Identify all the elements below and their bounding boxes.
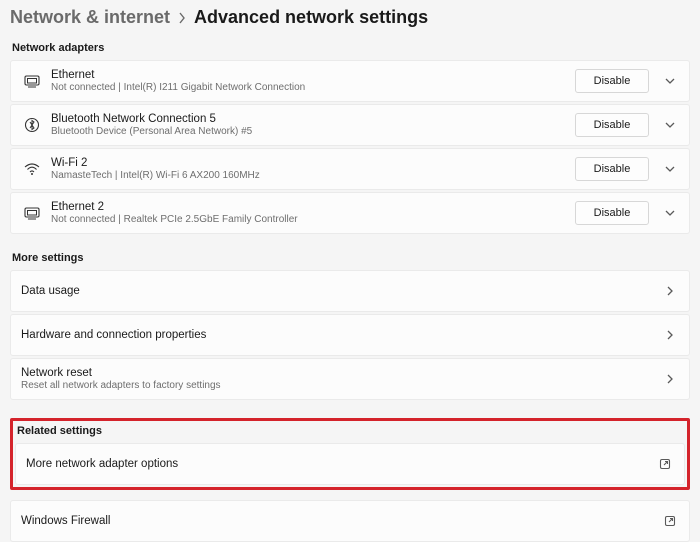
chevron-right-icon [661, 329, 679, 341]
adapter-row-bluetooth[interactable]: Bluetooth Network Connection 5 Bluetooth… [10, 104, 690, 146]
breadcrumb: Network & internet Advanced network sett… [10, 7, 690, 28]
nav-data-usage[interactable]: Data usage [10, 270, 690, 312]
ethernet-icon [21, 74, 43, 88]
nav-title: Hardware and connection properties [21, 329, 661, 341]
adapter-subtitle: NamasteTech | Intel(R) Wi-Fi 6 AX200 160… [51, 170, 575, 181]
nav-more-adapter-options[interactable]: More network adapter options [15, 443, 685, 485]
nav-hardware-properties[interactable]: Hardware and connection properties [10, 314, 690, 356]
section-more-settings-label: More settings [10, 252, 690, 264]
chevron-down-icon[interactable] [661, 209, 679, 217]
adapter-title: Ethernet 2 [51, 201, 575, 213]
nav-title: Network reset [21, 367, 661, 379]
chevron-down-icon[interactable] [661, 77, 679, 85]
nav-windows-firewall[interactable]: Windows Firewall [10, 500, 690, 542]
nav-title: Windows Firewall [21, 515, 661, 527]
chevron-right-icon [661, 285, 679, 297]
section-related-settings-label: Related settings [13, 421, 687, 437]
adapter-subtitle: Bluetooth Device (Personal Area Network)… [51, 126, 575, 137]
more-settings-list: Data usage Hardware and connection prope… [10, 270, 690, 400]
chevron-down-icon[interactable] [661, 121, 679, 129]
external-link-icon [661, 515, 679, 527]
nav-title: Data usage [21, 285, 661, 297]
adapter-title: Ethernet [51, 69, 575, 81]
nav-network-reset[interactable]: Network reset Reset all network adapters… [10, 358, 690, 400]
nav-title: More network adapter options [26, 458, 656, 470]
adapter-title: Wi-Fi 2 [51, 157, 575, 169]
breadcrumb-root[interactable]: Network & internet [10, 7, 170, 28]
bluetooth-icon [21, 117, 43, 133]
external-link-icon [656, 458, 674, 470]
adapter-row-wifi[interactable]: Wi-Fi 2 NamasteTech | Intel(R) Wi-Fi 6 A… [10, 148, 690, 190]
disable-button[interactable]: Disable [575, 69, 649, 93]
disable-button[interactable]: Disable [575, 113, 649, 137]
adapter-subtitle: Not connected | Realtek PCIe 2.5GbE Fami… [51, 214, 575, 225]
page-title: Advanced network settings [194, 7, 428, 28]
adapters-list: Ethernet Not connected | Intel(R) I211 G… [10, 60, 690, 234]
adapter-row-ethernet[interactable]: Ethernet Not connected | Intel(R) I211 G… [10, 60, 690, 102]
after-related-list: Windows Firewall [10, 500, 690, 542]
chevron-right-icon [178, 12, 186, 24]
disable-button[interactable]: Disable [575, 201, 649, 225]
related-settings-list: More network adapter options [13, 443, 687, 485]
nav-subtitle: Reset all network adapters to factory se… [21, 380, 661, 391]
chevron-right-icon [661, 373, 679, 385]
chevron-down-icon[interactable] [661, 165, 679, 173]
adapter-title: Bluetooth Network Connection 5 [51, 113, 575, 125]
highlight-related-settings: Related settings More network adapter op… [10, 418, 690, 490]
section-network-adapters-label: Network adapters [10, 42, 690, 54]
adapter-row-ethernet-2[interactable]: Ethernet 2 Not connected | Realtek PCIe … [10, 192, 690, 234]
adapter-subtitle: Not connected | Intel(R) I211 Gigabit Ne… [51, 82, 575, 93]
disable-button[interactable]: Disable [575, 157, 649, 181]
ethernet-icon [21, 206, 43, 220]
wifi-icon [21, 163, 43, 176]
